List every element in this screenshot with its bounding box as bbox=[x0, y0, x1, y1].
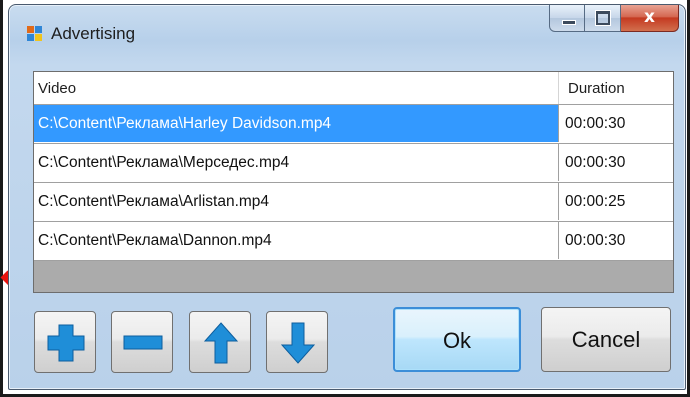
maximize-button[interactable] bbox=[585, 5, 621, 32]
arrow-down-icon bbox=[280, 322, 316, 364]
video-grid[interactable]: Video Duration C:\Content\Реклама\Harley… bbox=[33, 71, 674, 293]
minimize-icon bbox=[562, 20, 576, 25]
minimize-button[interactable] bbox=[549, 5, 585, 32]
remove-button[interactable] bbox=[111, 311, 173, 373]
move-down-button[interactable] bbox=[266, 311, 328, 373]
column-header-duration[interactable]: Duration bbox=[559, 72, 673, 104]
minus-icon bbox=[123, 335, 163, 350]
video-path-cell[interactable]: C:\Content\Реклама\Arlistan.mp4 bbox=[34, 183, 559, 220]
add-button[interactable] bbox=[34, 311, 96, 373]
move-up-button[interactable] bbox=[189, 311, 251, 373]
arrow-up-icon bbox=[203, 322, 239, 364]
table-row[interactable]: C:\Content\Реклама\Dannon.mp4 00:00:30 bbox=[34, 222, 673, 261]
video-path-cell[interactable]: C:\Content\Реклама\Мерседес.mp4 bbox=[34, 144, 559, 181]
caption-buttons: x bbox=[549, 5, 679, 35]
duration-cell[interactable]: 00:00:30 bbox=[559, 222, 673, 259]
close-button[interactable]: x bbox=[621, 5, 679, 32]
maximize-icon bbox=[595, 10, 611, 26]
cancel-button[interactable]: Cancel bbox=[541, 307, 671, 372]
close-icon: x bbox=[644, 7, 655, 27]
table-row[interactable]: C:\Content\Реклама\Arlistan.mp4 00:00:25 bbox=[34, 183, 673, 222]
column-header-video[interactable]: Video bbox=[34, 72, 559, 104]
advertising-dialog: Advertising x Video Duration C:\Content\… bbox=[8, 4, 686, 390]
window-title: Advertising bbox=[51, 24, 136, 43]
table-row[interactable]: C:\Content\Реклама\Мерседес.mp4 00:00:30 bbox=[34, 144, 673, 183]
table-row[interactable]: C:\Content\Реклама\Harley Davidson.mp4 0… bbox=[34, 105, 673, 144]
app-icon bbox=[27, 26, 43, 42]
ok-button[interactable]: Ok bbox=[393, 307, 521, 372]
video-path-cell[interactable]: C:\Content\Реклама\Dannon.mp4 bbox=[34, 222, 559, 259]
video-path-cell[interactable]: C:\Content\Реклама\Harley Davidson.mp4 bbox=[34, 105, 559, 142]
duration-cell[interactable]: 00:00:25 bbox=[559, 183, 673, 220]
plus-icon bbox=[47, 324, 85, 362]
title-bar[interactable]: Advertising x bbox=[9, 5, 685, 49]
grid-header: Video Duration bbox=[34, 72, 673, 105]
duration-cell[interactable]: 00:00:30 bbox=[559, 105, 673, 142]
duration-cell[interactable]: 00:00:30 bbox=[559, 144, 673, 181]
